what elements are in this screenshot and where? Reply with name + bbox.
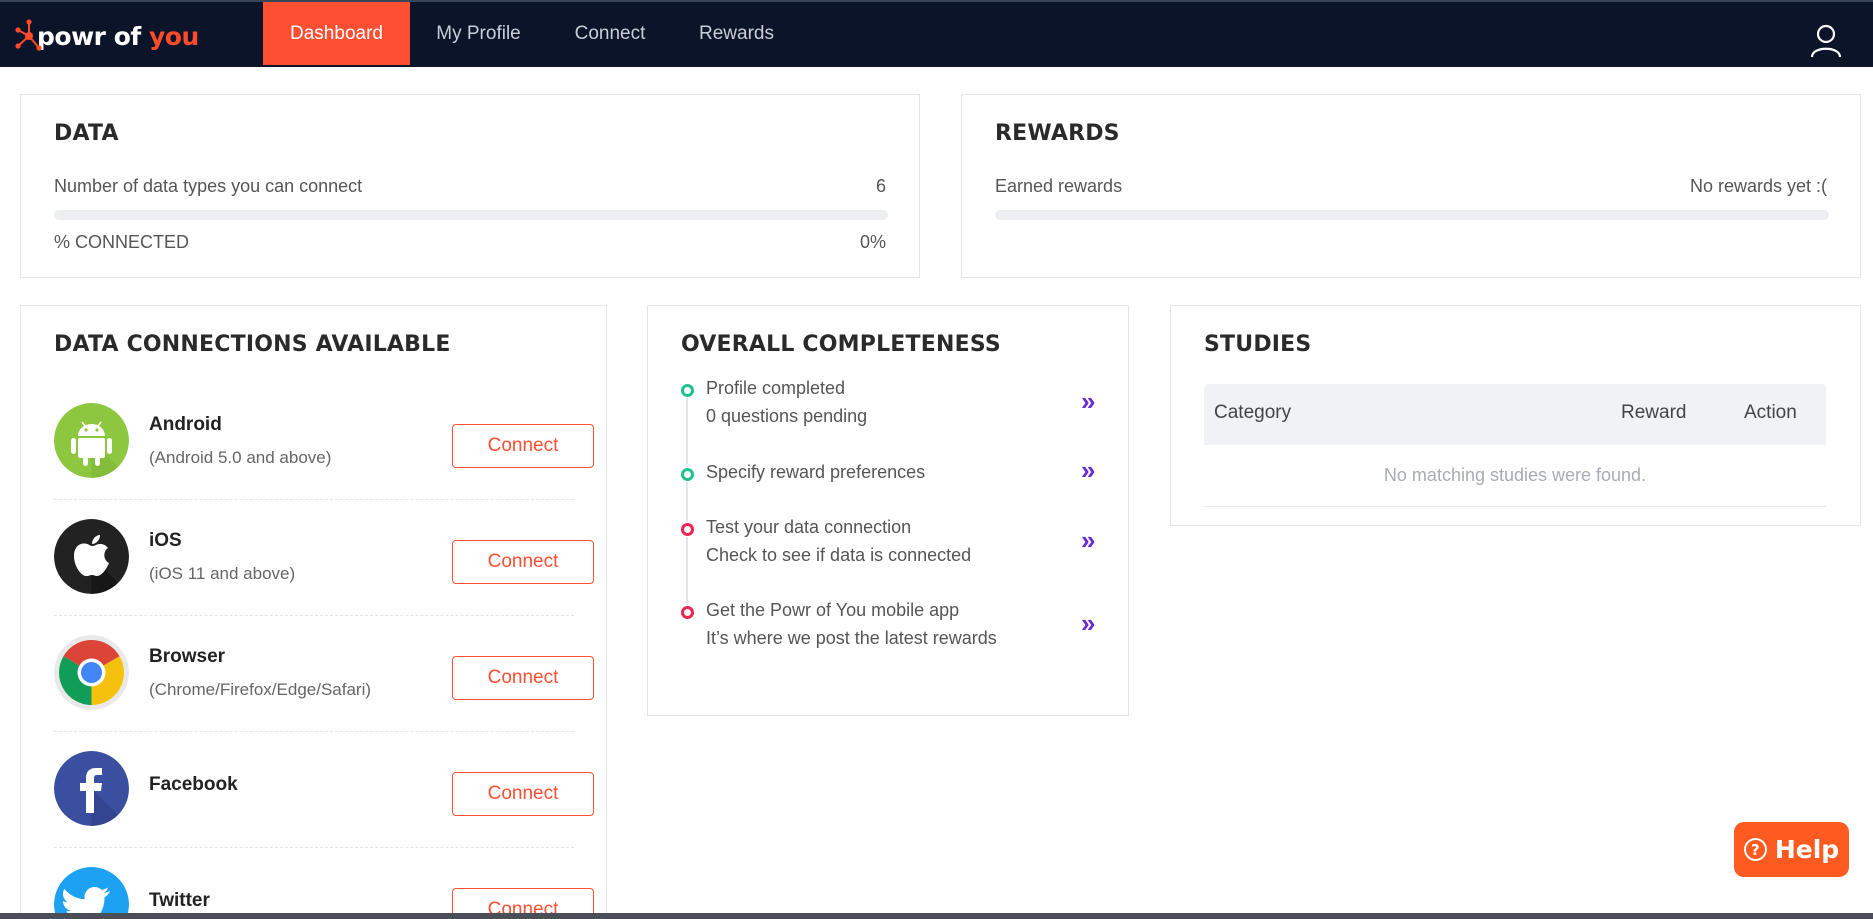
step-line2: 0 questions pending: [706, 406, 868, 426]
data-card-title: DATA: [54, 121, 119, 146]
connect-facebook-button[interactable]: Connect: [452, 772, 594, 816]
connection-item-android: Android (Android 5.0 and above) Connect: [54, 384, 594, 500]
step-connector: [686, 537, 688, 603]
user-icon[interactable]: [1810, 24, 1842, 58]
connection-subtitle: (Android 5.0 and above): [149, 448, 332, 467]
logo-text-part2: you: [148, 21, 199, 51]
connection-item-ios: iOS (iOS 11 and above) Connect: [54, 500, 594, 616]
step-test-data-connection: Test your data connection Check to see i…: [681, 517, 1111, 603]
step-text: Test your data connection Check to see i…: [706, 513, 971, 569]
earned-rewards-value: No rewards yet :(: [1689, 176, 1827, 196]
data-connections-card: DATA CONNECTIONS AVAILABLE Android (Andr…: [20, 305, 607, 919]
connection-name: Android: [149, 414, 222, 435]
help-question-icon: ?: [1743, 838, 1767, 861]
overall-completeness-card: OVERALL COMPLETENESS Profile completed 0…: [647, 305, 1129, 716]
connection-name: Browser: [149, 646, 226, 667]
data-card: DATA Number of data types you can connec…: [20, 94, 920, 278]
connection-name: Facebook: [149, 774, 238, 795]
data-progress-bar: [54, 210, 888, 220]
facebook-icon: [54, 751, 129, 826]
completeness-card-title: OVERALL COMPLETENESS: [681, 332, 1001, 357]
logo-text: powr of you: [37, 22, 199, 51]
step-done-dot-icon: [681, 384, 694, 397]
rewards-card: REWARDS Earned rewards No rewards yet :(: [961, 94, 1861, 278]
step-mobile-app: Get the Powr of You mobile app It’s wher…: [681, 600, 1111, 670]
step-line1: Profile completed: [706, 378, 846, 398]
top-navbar: powr of you Dashboard My Profile Connect…: [0, 0, 1873, 67]
connection-item-facebook: Facebook Connect: [54, 732, 594, 848]
nav-rewards[interactable]: Rewards: [686, 2, 787, 65]
column-header-reward[interactable]: Reward: [1621, 402, 1686, 424]
earned-rewards-label: Earned rewards: [995, 176, 1123, 196]
logo-mark-icon: [15, 19, 42, 51]
step-text: Profile completed 0 questions pending: [706, 374, 867, 430]
studies-card: STUDIES Category Reward Action No matchi…: [1170, 305, 1861, 526]
connection-item-browser: Browser (Chrome/Firefox/Edge/Safari) Con…: [54, 616, 594, 732]
bottom-scroll-strip: [0, 913, 1873, 919]
connection-item-twitter: Twitter Connect: [54, 848, 594, 919]
column-header-category[interactable]: Category: [1214, 402, 1291, 424]
connection-subtitle: (Chrome/Firefox/Edge/Safari): [149, 680, 372, 699]
double-chevron-right-icon[interactable]: »: [1081, 525, 1095, 556]
twitter-icon: [54, 867, 129, 919]
connected-label: % CONNECTED: [54, 232, 190, 252]
chrome-icon: [54, 635, 129, 710]
studies-table-header: Category Reward Action: [1204, 384, 1826, 445]
nav-connect[interactable]: Connect: [561, 2, 659, 65]
connection-name: iOS: [149, 530, 182, 551]
connect-android-button[interactable]: Connect: [452, 424, 594, 468]
step-todo-dot-icon: [681, 606, 694, 619]
connections-card-title: DATA CONNECTIONS AVAILABLE: [54, 332, 451, 357]
connection-subtitle: (iOS 11 and above): [149, 564, 296, 583]
nav-my-profile[interactable]: My Profile: [421, 2, 536, 65]
apple-icon: [54, 519, 129, 594]
step-line1: Specify reward preferences: [706, 462, 926, 482]
step-line2: Check to see if data is connected: [706, 545, 972, 565]
step-profile-completed: Profile completed 0 questions pending »: [681, 378, 1111, 464]
powr-of-you-logo[interactable]: powr of you: [15, 16, 199, 56]
step-line1: Get the Powr of You mobile app: [706, 600, 960, 620]
data-types-label: Number of data types you can connect: [54, 176, 363, 196]
step-text: Get the Powr of You mobile app It’s wher…: [706, 596, 997, 652]
android-icon: [54, 403, 129, 478]
data-types-value: 6: [875, 176, 886, 196]
double-chevron-right-icon[interactable]: »: [1081, 455, 1095, 486]
connection-name: Twitter: [149, 890, 210, 911]
double-chevron-right-icon[interactable]: »: [1081, 386, 1095, 417]
connect-browser-button[interactable]: Connect: [452, 656, 594, 700]
help-button[interactable]: ? Help: [1734, 822, 1849, 877]
studies-card-title: STUDIES: [1204, 332, 1312, 357]
studies-empty-message: No matching studies were found.: [1204, 445, 1826, 507]
nav-dashboard[interactable]: Dashboard: [263, 2, 410, 65]
double-chevron-right-icon[interactable]: »: [1081, 608, 1095, 639]
logo-text-part1: powr of: [37, 21, 141, 51]
rewards-progress-bar: [995, 210, 1829, 220]
connected-value: 0%: [859, 232, 886, 252]
rewards-card-title: REWARDS: [995, 121, 1120, 146]
step-line2: It’s where we post the latest rewards: [706, 628, 997, 648]
step-reward-preferences: Specify reward preferences »: [681, 455, 1111, 522]
column-header-action[interactable]: Action: [1744, 402, 1797, 424]
help-label: Help: [1774, 835, 1840, 864]
step-text: Specify reward preferences: [706, 458, 925, 486]
step-todo-dot-icon: [681, 523, 694, 536]
step-done-dot-icon: [681, 468, 694, 481]
step-connector: [686, 398, 688, 464]
connect-ios-button[interactable]: Connect: [452, 540, 594, 584]
step-connector: [686, 482, 688, 522]
step-line1: Test your data connection: [706, 517, 912, 537]
